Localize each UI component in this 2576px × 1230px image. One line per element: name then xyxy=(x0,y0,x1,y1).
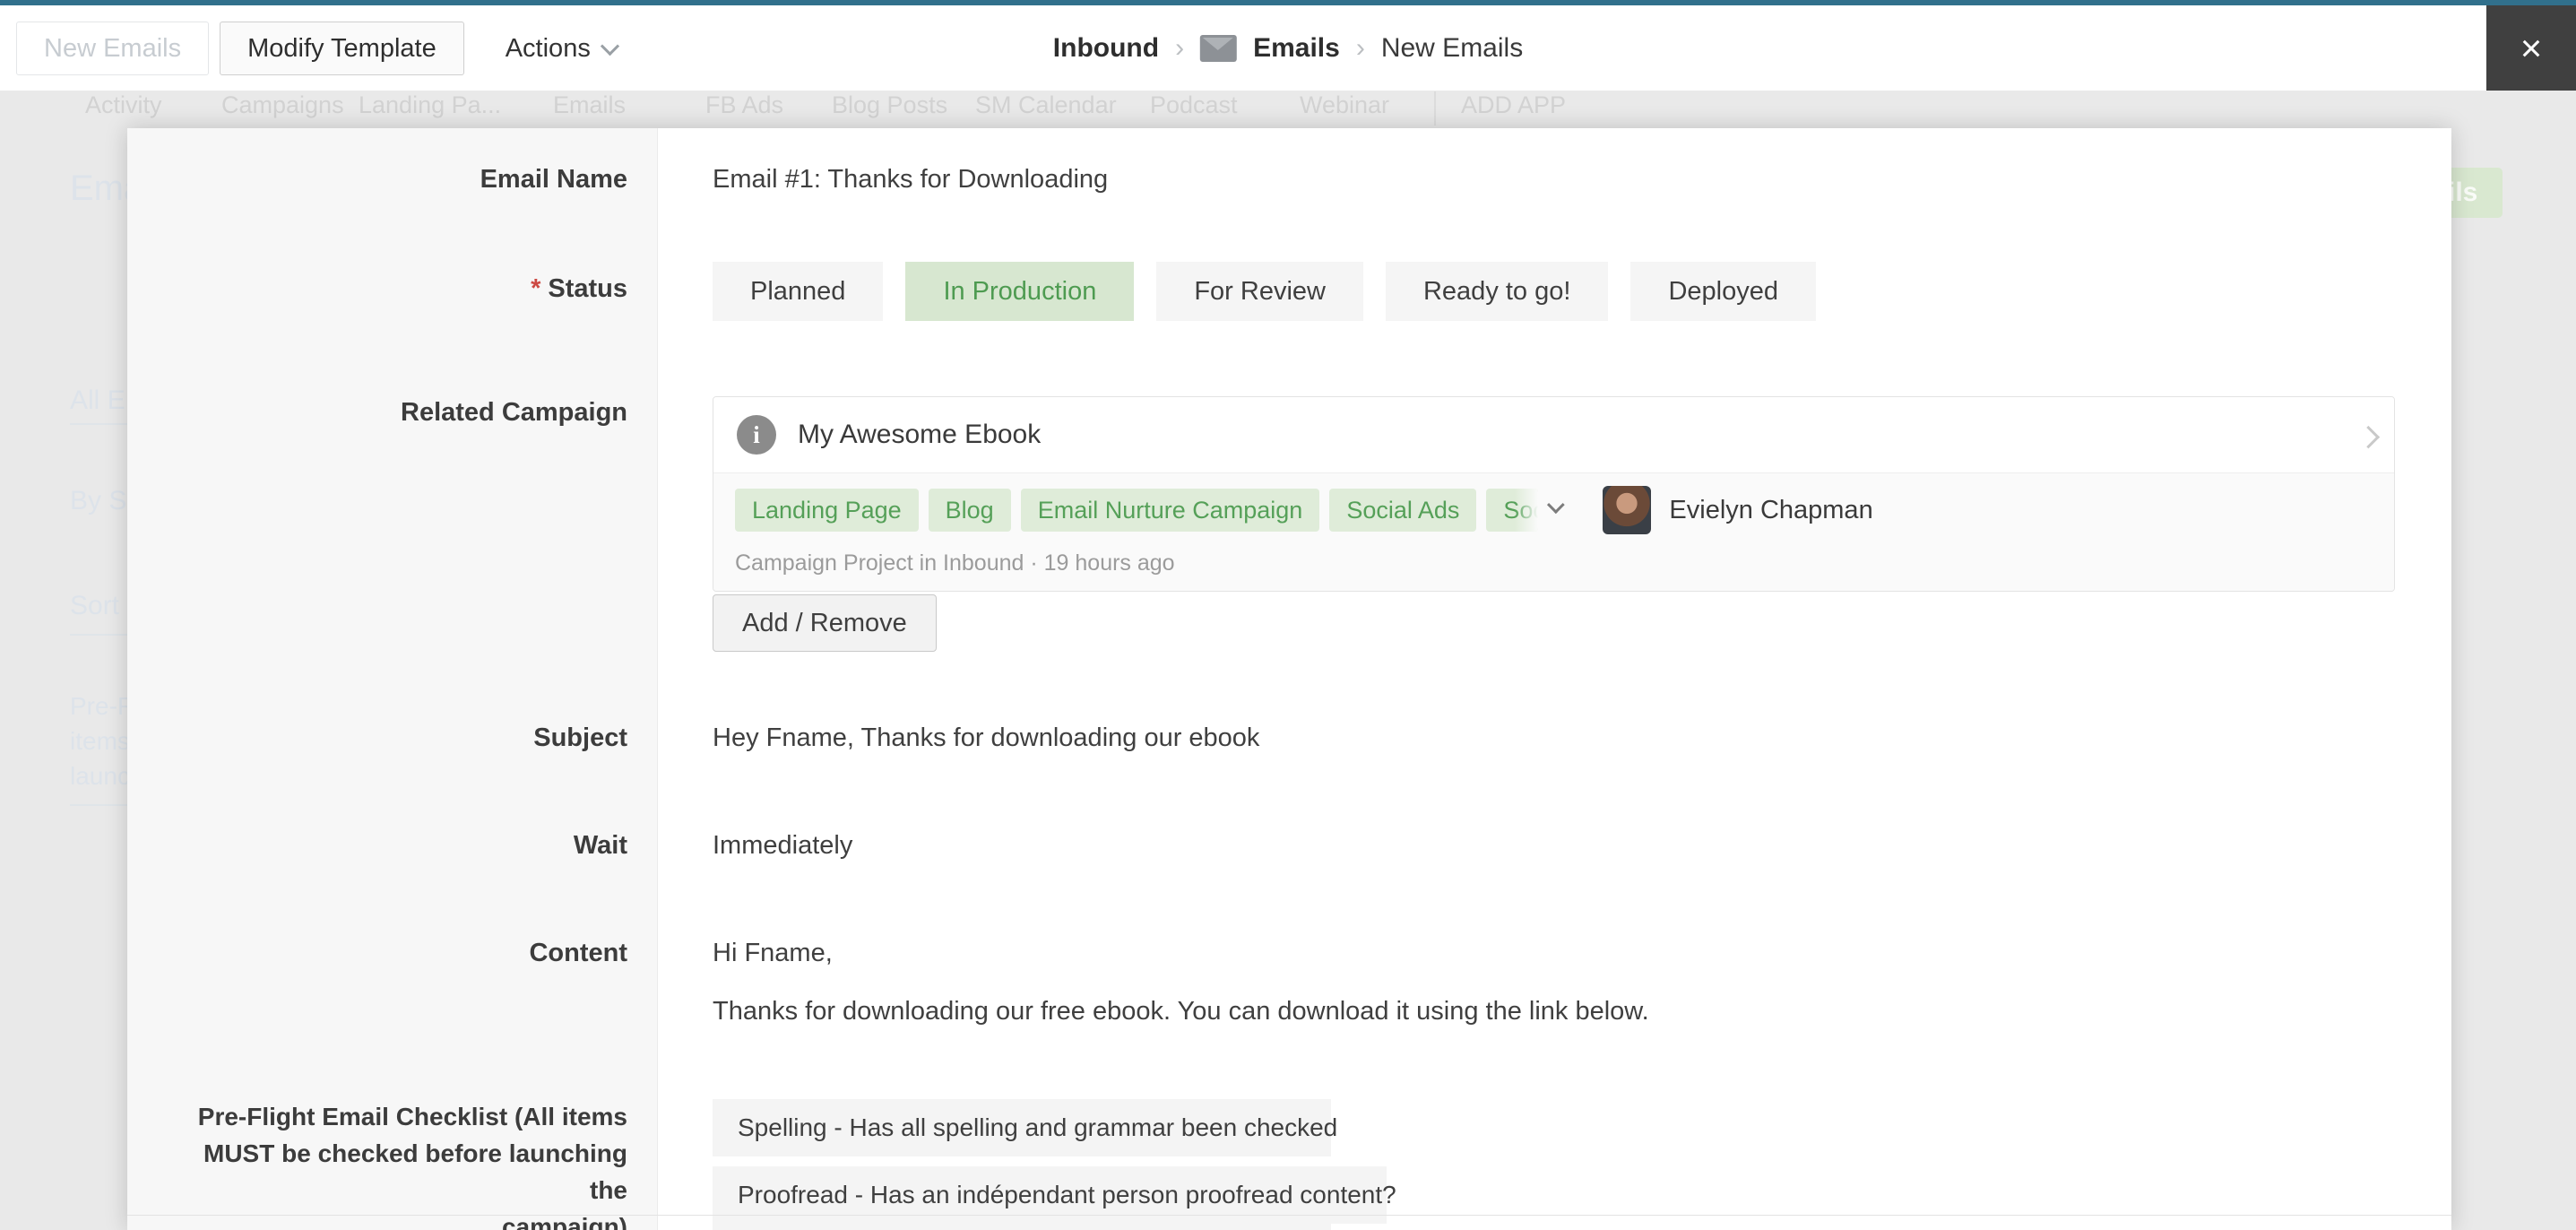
row-divider xyxy=(127,1215,2451,1216)
tab-sm-calendar[interactable]: SM Calendar xyxy=(975,91,1117,119)
add-remove-button[interactable]: Add / Remove xyxy=(713,594,937,652)
info-icon: i xyxy=(737,415,776,455)
tab-fb-ads[interactable]: FB Ads xyxy=(705,91,783,119)
status-label-text: Status xyxy=(548,274,627,303)
background-preflight-line1: Pre-F xyxy=(70,692,133,721)
chevron-right-icon: › xyxy=(1175,33,1184,64)
checklist-item-partial xyxy=(713,1222,1331,1230)
content-line-1[interactable]: Hi Fname, xyxy=(713,938,833,968)
subject-label: Subject xyxy=(127,723,627,753)
content-label: Content xyxy=(127,938,627,968)
campaign-tags-row: Landing Page Blog Email Nurture Campaign… xyxy=(735,486,2373,534)
checklist-label-line1: Pre-Flight Email Checklist (All items xyxy=(181,1098,627,1135)
tag-social-ads: Social Ads xyxy=(1329,489,1476,532)
tag-fade-overlay xyxy=(1515,489,1538,532)
checklist-label-line2: MUST be checked before launching the xyxy=(181,1135,627,1208)
background-filter-by-status[interactable]: By S xyxy=(70,486,126,516)
tab-landing-pages[interactable]: Landing Pa... xyxy=(359,91,501,119)
background-filter-all-emails[interactable]: All E xyxy=(70,385,125,416)
owner-avatar xyxy=(1603,486,1651,534)
new-emails-button[interactable]: New Emails xyxy=(16,22,209,75)
status-option-in-production[interactable]: In Production xyxy=(905,262,1134,321)
subject-value[interactable]: Hey Fname, Thanks for downloading our eb… xyxy=(713,723,1259,753)
status-option-deployed[interactable]: Deployed xyxy=(1630,262,1816,321)
chevron-right-icon xyxy=(2357,426,2380,448)
campaign-card-header[interactable]: i My Awesome Ebook xyxy=(713,397,2394,472)
background-preflight-line2: items xyxy=(70,727,130,756)
wait-value[interactable]: Immediately xyxy=(713,830,852,861)
tab-podcast[interactable]: Podcast xyxy=(1150,91,1238,119)
tab-activity[interactable]: Activity xyxy=(85,91,162,119)
tag-truncated: Soc xyxy=(1486,489,1538,532)
email-detail-modal: Email Name Email #1: Thanks for Download… xyxy=(127,128,2451,1230)
tag-email-nurture-campaign: Email Nurture Campaign xyxy=(1021,489,1320,532)
required-asterisk: * xyxy=(531,274,540,303)
status-option-ready-to-go[interactable]: Ready to go! xyxy=(1386,262,1608,321)
content-line-2[interactable]: Thanks for downloading our free ebook. Y… xyxy=(713,996,1649,1026)
envelope-icon xyxy=(1200,35,1237,62)
tab-add-app[interactable]: ADD APP xyxy=(1461,91,1566,119)
close-icon: × xyxy=(2520,27,2543,70)
related-campaign-label: Related Campaign xyxy=(127,397,627,428)
owner-name: Evielyn Chapman xyxy=(1669,496,1872,525)
tag-blog: Blog xyxy=(929,489,1011,532)
background-sort[interactable]: Sort xyxy=(70,591,119,621)
status-option-for-review[interactable]: For Review xyxy=(1156,262,1363,321)
email-name-label: Email Name xyxy=(127,164,627,195)
close-button[interactable]: × xyxy=(2486,5,2576,91)
actions-menu-button[interactable]: Actions xyxy=(489,22,633,75)
top-accent-bar xyxy=(0,0,2576,5)
status-label: * Status xyxy=(127,273,627,304)
tab-emails[interactable]: Emails xyxy=(553,91,626,119)
modal-toolbar: New Emails Modify Template Actions Inbou… xyxy=(0,5,2576,91)
tab-campaigns[interactable]: Campaigns xyxy=(221,91,344,119)
checklist-label-line3: campaign) xyxy=(181,1208,627,1230)
tab-webinar[interactable]: Webinar xyxy=(1300,91,1389,119)
wait-label: Wait xyxy=(127,830,627,861)
breadcrumb-page: New Emails xyxy=(1381,33,1523,64)
tab-blog-posts[interactable]: Blog Posts xyxy=(832,91,947,119)
background-preflight-line3: launc xyxy=(70,762,130,791)
related-campaign-card[interactable]: i My Awesome Ebook Landing Page Blog Ema… xyxy=(713,396,2395,592)
app-root: Activity Campaigns Landing Pa... Emails … xyxy=(0,0,2576,1230)
email-name-value[interactable]: Email #1: Thanks for Downloading xyxy=(713,164,1108,195)
actions-label: Actions xyxy=(506,34,591,64)
chevron-right-icon: › xyxy=(1356,33,1365,64)
campaign-title: My Awesome Ebook xyxy=(798,420,1041,450)
background-tab-bar: Activity Campaigns Landing Pa... Emails … xyxy=(0,91,2576,127)
tags-expand-chevron-down-icon[interactable] xyxy=(1547,496,1565,514)
tab-divider xyxy=(1434,91,1436,126)
campaign-meta: Campaign Project in Inbound · 19 hours a… xyxy=(735,550,2373,576)
tag-landing-page: Landing Page xyxy=(735,489,919,532)
status-option-planned[interactable]: Planned xyxy=(713,262,883,321)
modify-template-button[interactable]: Modify Template xyxy=(220,22,464,75)
checklist-item-spelling[interactable]: Spelling - Has all spelling and grammar … xyxy=(713,1099,1331,1156)
chevron-down-icon xyxy=(601,37,619,56)
breadcrumb: Inbound › Emails › New Emails xyxy=(1053,5,1523,91)
status-button-group: Planned In Production For Review Ready t… xyxy=(713,262,1816,321)
breadcrumb-section[interactable]: Emails xyxy=(1253,33,1340,64)
campaign-card-footer: Landing Page Blog Email Nurture Campaign… xyxy=(713,472,2394,591)
breadcrumb-project[interactable]: Inbound xyxy=(1053,33,1159,64)
checklist-label: Pre-Flight Email Checklist (All items MU… xyxy=(181,1098,627,1230)
